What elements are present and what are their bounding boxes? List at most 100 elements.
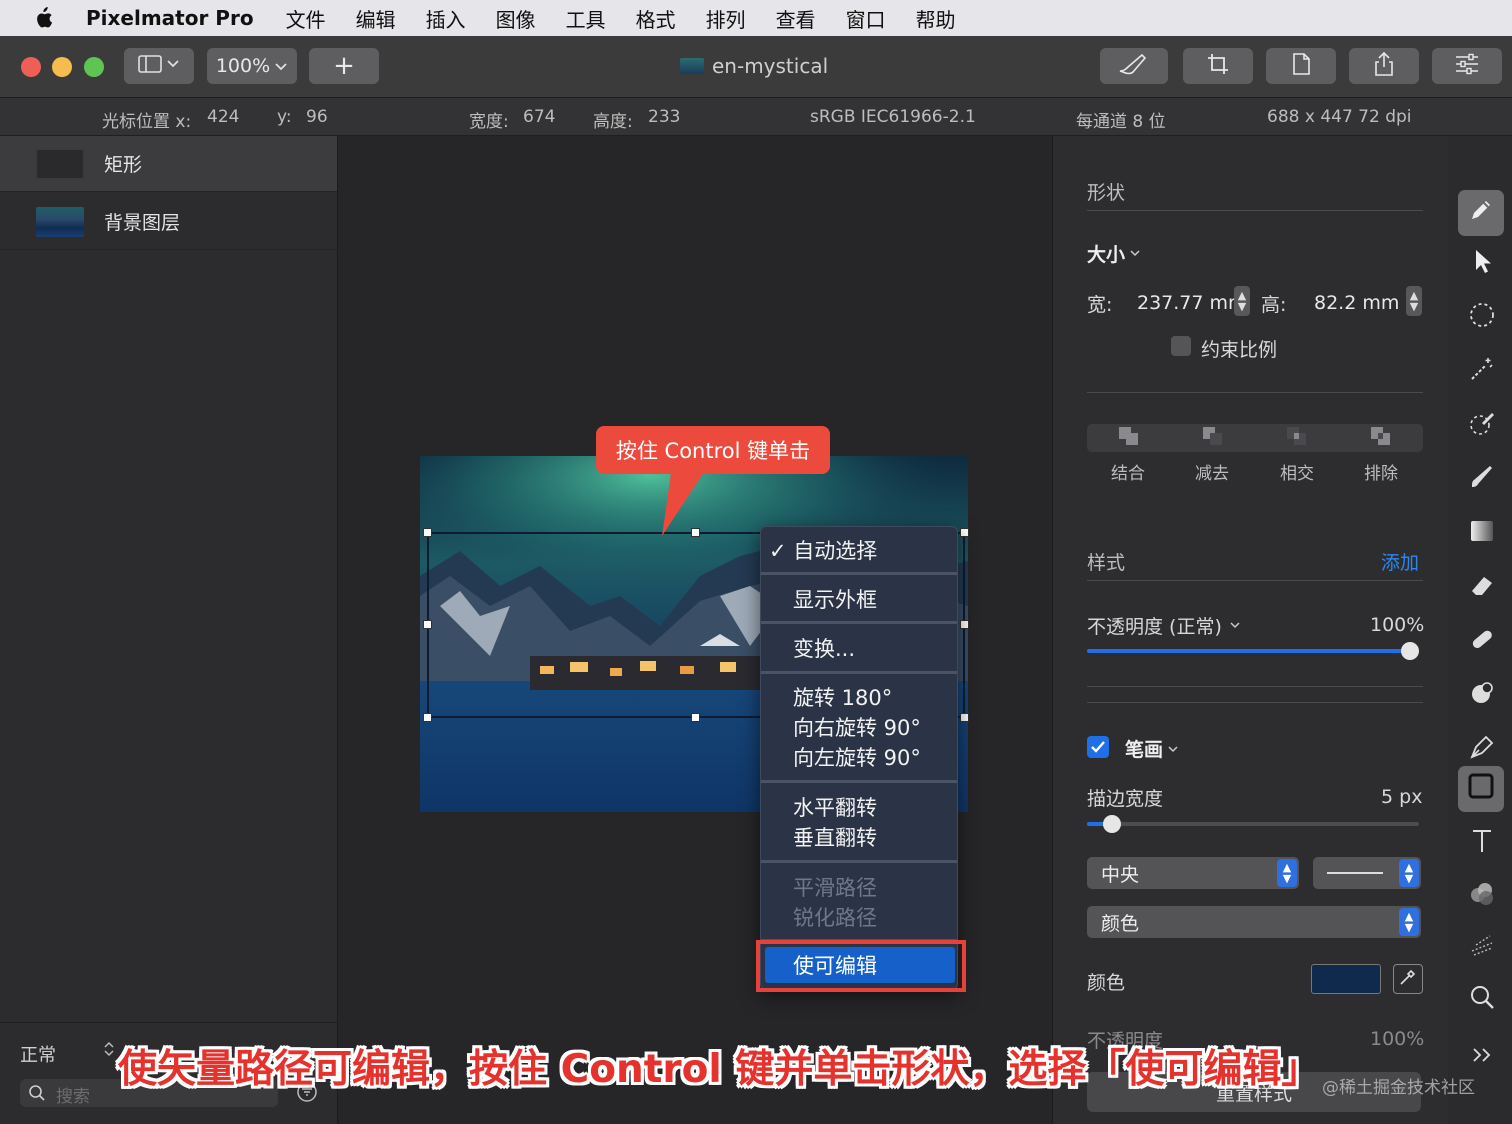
blend-mode-select[interactable]: 正常: [20, 1041, 56, 1067]
more-tools-button[interactable]: [1462, 1036, 1502, 1076]
updown-chevron-icon: ▲ ▼: [1399, 859, 1419, 887]
repair-tool[interactable]: [1462, 622, 1502, 662]
updown-chevron-icon: ▲ ▼: [1399, 908, 1419, 936]
size-section-toggle[interactable]: 大小: [1087, 240, 1125, 267]
pen-tool[interactable]: [1462, 730, 1502, 770]
crop-button[interactable]: [1183, 48, 1253, 84]
menu-view[interactable]: 查看: [776, 4, 816, 33]
paint-select-tool[interactable]: [1462, 406, 1502, 446]
adjustments-button[interactable]: [1432, 48, 1502, 84]
opacity-mode-select[interactable]: 不透明度 (正常): [1087, 612, 1222, 639]
eyedropper-button[interactable]: [1393, 964, 1423, 994]
menu-item-transform[interactable]: 变换...: [793, 633, 855, 663]
layer-row-background[interactable]: 背景图层: [0, 194, 337, 250]
menu-item-rotate-180[interactable]: 旋转 180°: [793, 682, 892, 712]
document-name: en-mystical: [712, 54, 829, 78]
zoom-icon: [1468, 983, 1496, 1017]
height-field[interactable]: 82.2 mm: [1314, 292, 1399, 314]
stroke-position-select[interactable]: 中央 ▲ ▼: [1087, 857, 1299, 889]
crop-icon: [1206, 52, 1230, 81]
constrain-checkbox[interactable]: [1171, 336, 1191, 356]
zoom-select[interactable]: 100%: [207, 48, 297, 84]
eyedropper-icon: [1399, 968, 1417, 991]
menu-item-rotate-left[interactable]: 向左旋转 90°: [793, 742, 921, 772]
menu-separator: [761, 572, 957, 575]
text-tool[interactable]: [1462, 824, 1502, 864]
effects-tool[interactable]: [1462, 928, 1502, 968]
menu-item-flip-vertical[interactable]: 垂直翻转: [793, 822, 877, 852]
style-section-title: 样式: [1087, 552, 1126, 574]
menu-format[interactable]: 格式: [636, 4, 676, 33]
opacity-slider-knob[interactable]: [1401, 642, 1419, 660]
stroke-checkbox[interactable]: [1087, 736, 1109, 758]
opacity-slider[interactable]: [1087, 642, 1419, 660]
zoom-window-button[interactable]: [84, 57, 104, 77]
resize-handle[interactable]: [960, 528, 969, 537]
eraser-tool[interactable]: [1462, 568, 1502, 608]
stroke-fill-type-select[interactable]: 颜色 ▲ ▼: [1087, 906, 1421, 938]
menu-item-flip-horizontal[interactable]: 水平翻转: [793, 792, 877, 822]
style-add-button[interactable]: 添加: [1381, 548, 1419, 575]
stroke-width-label: 描边宽度: [1087, 788, 1164, 810]
color-adjust-tool[interactable]: [1462, 876, 1502, 916]
share-button[interactable]: [1349, 48, 1419, 84]
style-tool[interactable]: [1458, 190, 1504, 236]
app-menu[interactable]: Pixelmator Pro: [86, 6, 254, 30]
resize-handle[interactable]: [960, 620, 969, 629]
retouch-tool[interactable]: [1462, 676, 1502, 716]
apple-icon[interactable]: [0, 7, 86, 29]
stroke-width-slider-knob[interactable]: [1103, 815, 1121, 833]
menu-image[interactable]: 图像: [496, 4, 536, 33]
intersect-button[interactable]: [1255, 424, 1339, 452]
menu-edit[interactable]: 编辑: [356, 4, 396, 33]
close-window-button[interactable]: [21, 57, 41, 77]
resize-handle[interactable]: [423, 528, 432, 537]
color-swatch[interactable]: [1311, 964, 1381, 994]
minimize-window-button[interactable]: [52, 57, 72, 77]
layer-row-rectangle[interactable]: 矩形: [0, 136, 337, 192]
menu-arrange[interactable]: 排列: [706, 4, 746, 33]
shape-icon: [1466, 771, 1496, 807]
document-button[interactable]: [1266, 48, 1336, 84]
menu-help[interactable]: 帮助: [916, 4, 956, 33]
magic-wand-tool[interactable]: [1462, 352, 1502, 392]
shape-tool[interactable]: [1458, 766, 1504, 812]
height-stepper[interactable]: ▲ ▼: [1406, 286, 1422, 316]
resize-handle[interactable]: [423, 713, 432, 722]
exclude-button[interactable]: [1339, 424, 1423, 452]
menu-insert[interactable]: 插入: [426, 4, 466, 33]
arrow-icon: [1471, 248, 1493, 280]
menu-item-show-bounds[interactable]: 显示外框: [793, 584, 877, 614]
menu-item-auto-select[interactable]: ✓ 自动选择: [769, 535, 877, 565]
updown-chevron-icon: [102, 1039, 116, 1063]
menu-separator: [761, 621, 957, 624]
cursor-y-label: y:: [277, 107, 292, 127]
arrange-tool[interactable]: [1462, 244, 1502, 284]
chevron-down-icon: [1229, 614, 1241, 636]
resize-handle[interactable]: [960, 713, 969, 722]
stroke-section-toggle[interactable]: 笔画: [1125, 735, 1163, 762]
stroke-width-slider[interactable]: [1087, 815, 1419, 833]
brush-button[interactable]: [1100, 48, 1168, 84]
width-stepper[interactable]: ▲ ▼: [1234, 286, 1250, 316]
zoom-tool[interactable]: [1462, 980, 1502, 1020]
menu-separator: [761, 671, 957, 674]
menu-window[interactable]: 窗口: [846, 4, 886, 33]
subtract-label: 减去: [1195, 464, 1229, 484]
resize-handle[interactable]: [691, 713, 700, 722]
menu-item-rotate-right[interactable]: 向右旋转 90°: [793, 712, 921, 742]
combine-button[interactable]: [1087, 424, 1171, 452]
gradient-tool[interactable]: [1462, 514, 1502, 554]
subtract-button[interactable]: [1171, 424, 1255, 452]
width-field[interactable]: 237.77 mr: [1137, 292, 1236, 314]
selection-tool[interactable]: [1462, 298, 1502, 338]
menu-file[interactable]: 文件: [286, 4, 326, 33]
stroke-line-style-select[interactable]: ▲ ▼: [1313, 857, 1421, 889]
intersect-label: 相交: [1280, 464, 1314, 484]
paint-tool[interactable]: [1462, 460, 1502, 500]
add-button[interactable]: +: [309, 48, 379, 84]
menu-tools[interactable]: 工具: [566, 4, 606, 33]
sidebar-toggle-button[interactable]: [124, 48, 194, 84]
resize-handle[interactable]: [423, 620, 432, 629]
color-label: 颜色: [1087, 972, 1126, 994]
